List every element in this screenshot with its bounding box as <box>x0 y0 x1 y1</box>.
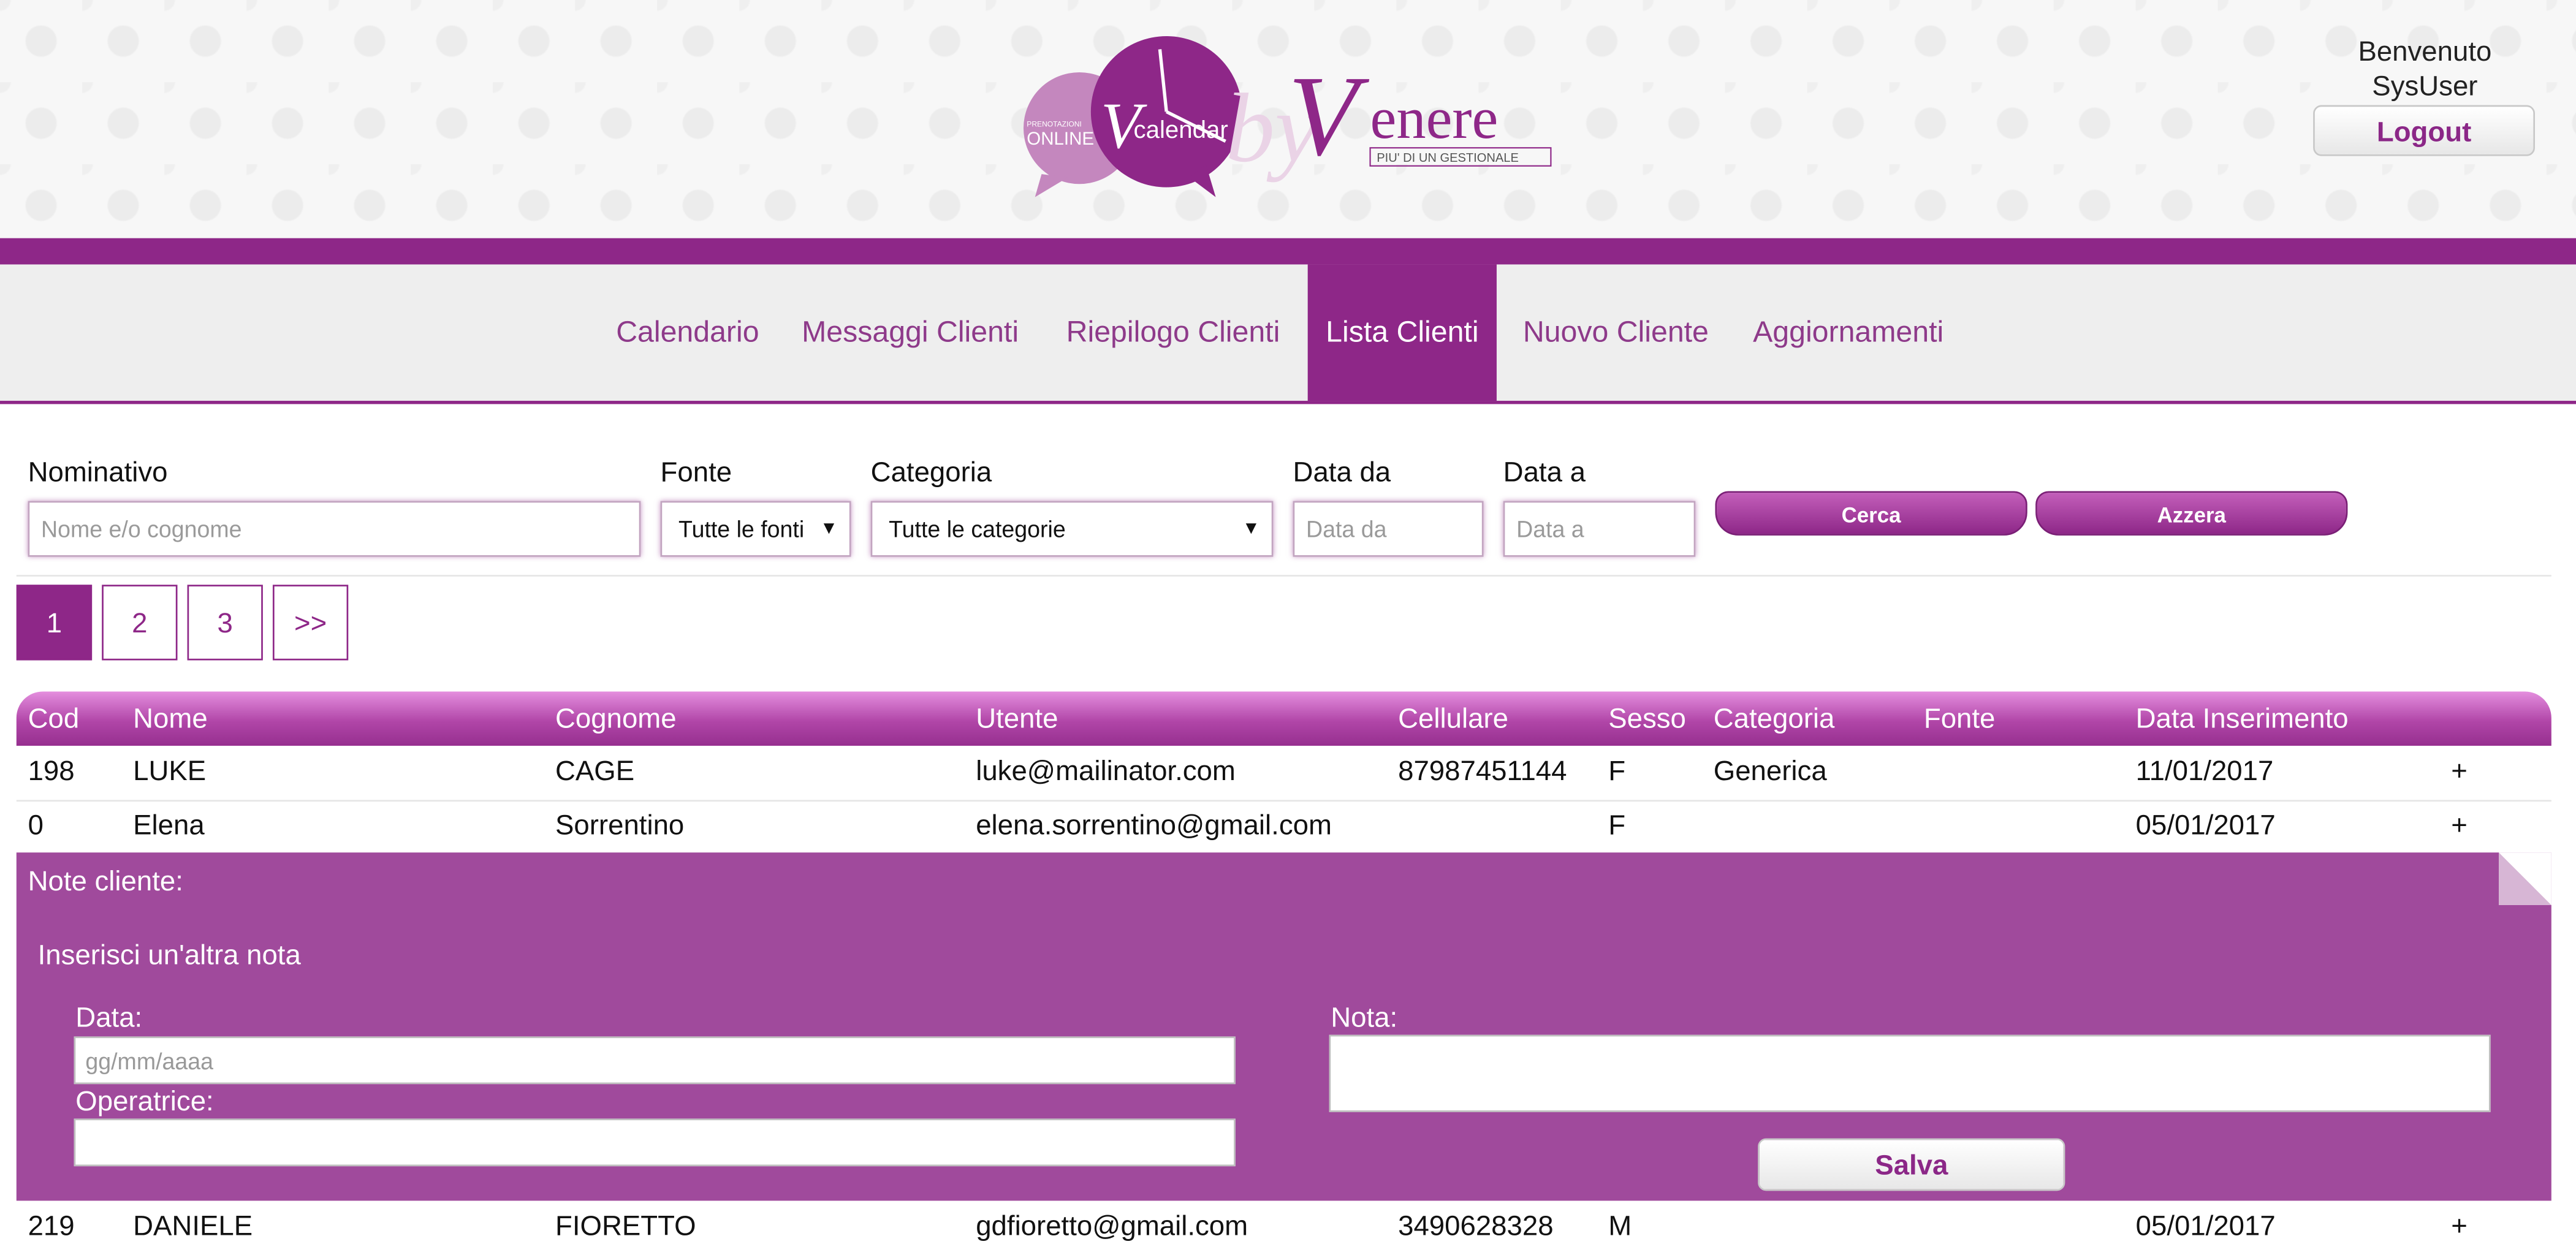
col-utente[interactable]: Utente <box>976 691 1058 745</box>
cell-cellulare: 87987451144 <box>1398 756 1567 787</box>
data-a-input[interactable]: Data a <box>1503 501 1696 557</box>
cell-cognome: Sorrentino <box>555 809 685 841</box>
cell-data-inserimento: 11/01/2017 <box>2135 756 2274 787</box>
cell-nome: LUKE <box>133 756 207 787</box>
note-date-label: Data: <box>75 1002 143 1034</box>
table-row[interactable]: 198 LUKE CAGE luke@mailinator.com 879874… <box>16 746 2551 802</box>
col-data-inserimento[interactable]: Data Inserimento <box>2136 691 2349 745</box>
nav-riepilogo-clienti[interactable]: Riepilogo Clienti <box>1066 265 1280 401</box>
col-nome[interactable]: Nome <box>133 691 208 745</box>
nominativo-input[interactable]: Nome e/o cognome <box>28 501 641 557</box>
page-1[interactable]: 1 <box>16 585 93 661</box>
cerca-button[interactable]: Cerca <box>1715 491 2027 536</box>
cell-cellulare: 3490628328 <box>1398 1210 1554 1242</box>
add-note-heading: Inserisci un'altra nota <box>37 939 301 971</box>
data-da-input[interactable]: Data da <box>1293 501 1484 557</box>
top-accent-bar <box>0 238 2576 265</box>
operatrice-label: Operatrice: <box>75 1085 214 1117</box>
fonte-select-value: Tutte le fonti <box>678 515 805 542</box>
cell-nome: Elena <box>133 809 205 841</box>
cell-cod: 0 <box>28 809 44 841</box>
cell-data-inserimento: 05/01/2017 <box>2135 809 2276 841</box>
logout-button[interactable]: Logout <box>2313 105 2536 156</box>
header: PRENOTAZIONI ONLINE V calendar by V ener… <box>0 0 2576 238</box>
col-fonte[interactable]: Fonte <box>1924 691 1996 745</box>
nav-lista-clienti[interactable]: Lista Clienti <box>1307 264 1497 401</box>
expand-row-button[interactable]: + <box>2451 746 2468 797</box>
username: SysUser <box>2372 70 2478 102</box>
cell-sesso: F <box>1608 809 1626 841</box>
nav-messaggi-clienti[interactable]: Messaggi Clienti <box>802 265 1019 401</box>
nav-calendario[interactable]: Calendario <box>616 265 759 401</box>
col-sesso[interactable]: Sesso <box>1608 691 1686 745</box>
expand-row-button[interactable]: + <box>2451 1200 2468 1251</box>
col-cognome[interactable]: Cognome <box>555 691 677 745</box>
logo-badge-text: PRENOTAZIONI <box>1027 119 1081 128</box>
dropdown-arrow-icon: ▼ <box>1242 519 1260 539</box>
main-nav: Calendario Messaggi Clienti Riepilogo Cl… <box>0 264 2576 404</box>
table-row[interactable]: 0 Elena Sorrentino elena.sorrentino@gmai… <box>16 800 2551 856</box>
page-fold-icon <box>2499 852 2551 905</box>
col-cod[interactable]: Cod <box>28 691 80 745</box>
page-next[interactable]: >> <box>272 585 349 661</box>
dropdown-arrow-icon: ▼ <box>819 519 838 539</box>
cell-nome: DANIELE <box>133 1210 253 1242</box>
logo-graphic: PRENOTAZIONI ONLINE V calendar by V ener… <box>1023 36 1552 197</box>
categoria-select-value: Tutte le categorie <box>889 515 1066 542</box>
brand-logo[interactable]: PRENOTAZIONI ONLINE V calendar by V ener… <box>1005 26 1572 207</box>
fonte-select[interactable]: Tutte le fonti ▼ <box>660 501 851 557</box>
table-header: Cod Nome Cognome Utente Cellulare Sesso … <box>16 691 2551 746</box>
expand-row-button[interactable]: + <box>2451 800 2468 851</box>
logo-app-name: calendar <box>1134 116 1228 143</box>
categoria-label: Categoria <box>870 457 992 488</box>
cell-cod: 198 <box>28 756 75 787</box>
cell-sesso: F <box>1608 756 1626 787</box>
welcome-line: Benvenuto <box>2358 36 2492 67</box>
nota-label: Nota: <box>1331 1002 1398 1034</box>
data-a-label: Data a <box>1503 457 1586 488</box>
note-date-input[interactable]: gg/mm/aaaa <box>74 1036 1236 1085</box>
operatrice-input[interactable] <box>74 1118 1236 1167</box>
cell-data-inserimento: 05/01/2017 <box>2135 1210 2276 1242</box>
notes-title: Note cliente: <box>28 865 183 897</box>
cell-utente: elena.sorrentino@gmail.com <box>976 809 1332 841</box>
logo-brand-initial: V <box>1288 52 1370 180</box>
data-da-label: Data da <box>1293 457 1391 488</box>
cell-cod: 219 <box>28 1210 75 1242</box>
nota-textarea[interactable] <box>1329 1034 2491 1112</box>
logo-tagline: PIU' DI UN GESTIONALE <box>1377 151 1519 165</box>
cell-cognome: CAGE <box>555 756 635 787</box>
filters-divider <box>16 575 2551 577</box>
logo-online-text: ONLINE <box>1027 129 1094 149</box>
azzera-button[interactable]: Azzera <box>2035 491 2348 536</box>
app-root: PRENOTAZIONI ONLINE V calendar by V ener… <box>0 0 2576 1253</box>
nav-aggiornamenti[interactable]: Aggiornamenti <box>1753 265 1943 401</box>
categoria-select[interactable]: Tutte le categorie ▼ <box>870 501 1274 557</box>
col-categoria[interactable]: Categoria <box>1714 691 1835 745</box>
logo-brand-rest: enere <box>1370 85 1499 151</box>
client-notes-panel: Note cliente: Inserisci un'altra nota Da… <box>16 852 2551 1201</box>
fonte-label: Fonte <box>660 457 732 488</box>
cell-cognome: FIORETTO <box>555 1210 696 1242</box>
nominativo-label: Nominativo <box>28 457 168 488</box>
cell-categoria: Generica <box>1713 756 1827 787</box>
welcome-message: Benvenuto SysUser <box>2315 34 2535 104</box>
cell-utente: gdfioretto@gmail.com <box>976 1210 1248 1242</box>
page-2[interactable]: 2 <box>102 585 178 661</box>
cell-sesso: M <box>1608 1210 1632 1242</box>
col-cellulare[interactable]: Cellulare <box>1398 691 1508 745</box>
table-row[interactable]: 219 DANIELE FIORETTO gdfioretto@gmail.co… <box>17 1200 2551 1254</box>
nav-nuovo-cliente[interactable]: Nuovo Cliente <box>1523 265 1709 401</box>
cell-utente: luke@mailinator.com <box>976 756 1236 787</box>
salva-button[interactable]: Salva <box>1758 1138 2065 1191</box>
page-3[interactable]: 3 <box>187 585 263 661</box>
